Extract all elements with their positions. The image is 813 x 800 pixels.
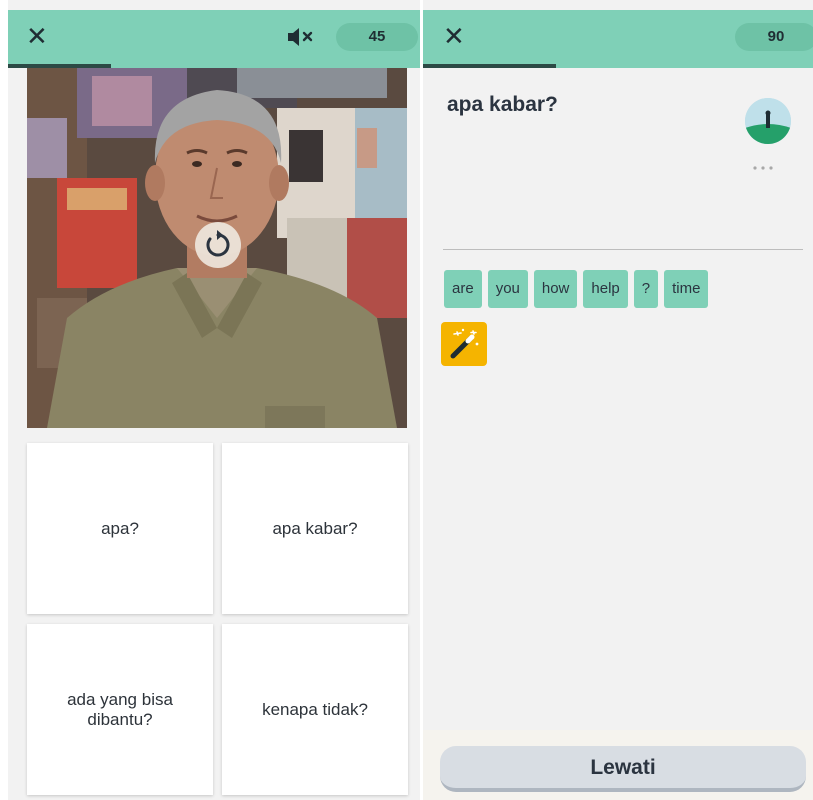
speaker-video[interactable]	[27, 68, 407, 428]
prompt-text: apa kabar?	[447, 93, 558, 116]
score-counter: 45	[336, 23, 418, 51]
speaker-avatar-icon	[745, 98, 791, 144]
magic-wand-icon	[450, 328, 479, 359]
skip-button[interactable]: Lewati	[440, 746, 806, 792]
word-chip[interactable]: help	[583, 270, 628, 308]
answer-option-card[interactable]: apa kabar?	[222, 443, 408, 614]
word-chip[interactable]: you	[487, 270, 528, 308]
word-chip[interactable]: time	[664, 270, 709, 308]
replay-icon	[206, 230, 230, 257]
answer-option-card[interactable]: apa?	[27, 443, 213, 614]
top-bar: ✕ 90	[423, 10, 813, 64]
word-chip[interactable]: how	[533, 270, 578, 308]
score-counter: 90	[735, 23, 813, 51]
word-chip[interactable]: ?	[633, 270, 659, 308]
close-icon[interactable]: ✕	[26, 20, 58, 54]
speaker-muted-icon[interactable]	[286, 26, 316, 48]
progress-bar-fill	[423, 64, 556, 68]
replay-button[interactable]	[195, 222, 241, 268]
word-chip[interactable]: are	[444, 270, 482, 308]
top-bar: ✕ 45	[8, 10, 420, 64]
close-icon[interactable]: ✕	[443, 20, 475, 54]
listening-exercise-screen: ✕ 45 apa? apa kabar? ada yang bisa diban…	[8, 0, 420, 800]
answer-option-card[interactable]: ada yang bisa dibantu?	[27, 624, 213, 795]
more-dots-icon[interactable]	[751, 164, 775, 172]
word-bank: are you how help ? time	[444, 270, 709, 308]
answer-option-card[interactable]: kenapa tidak?	[222, 624, 408, 795]
translation-exercise-screen: ✕ 90 apa kabar? are you how help ? time	[423, 0, 813, 800]
answer-line	[443, 249, 803, 250]
hint-button[interactable]	[441, 322, 487, 366]
avatar[interactable]	[745, 98, 791, 144]
footer-bar: Lewati	[423, 730, 813, 800]
progress-bar	[423, 64, 813, 68]
